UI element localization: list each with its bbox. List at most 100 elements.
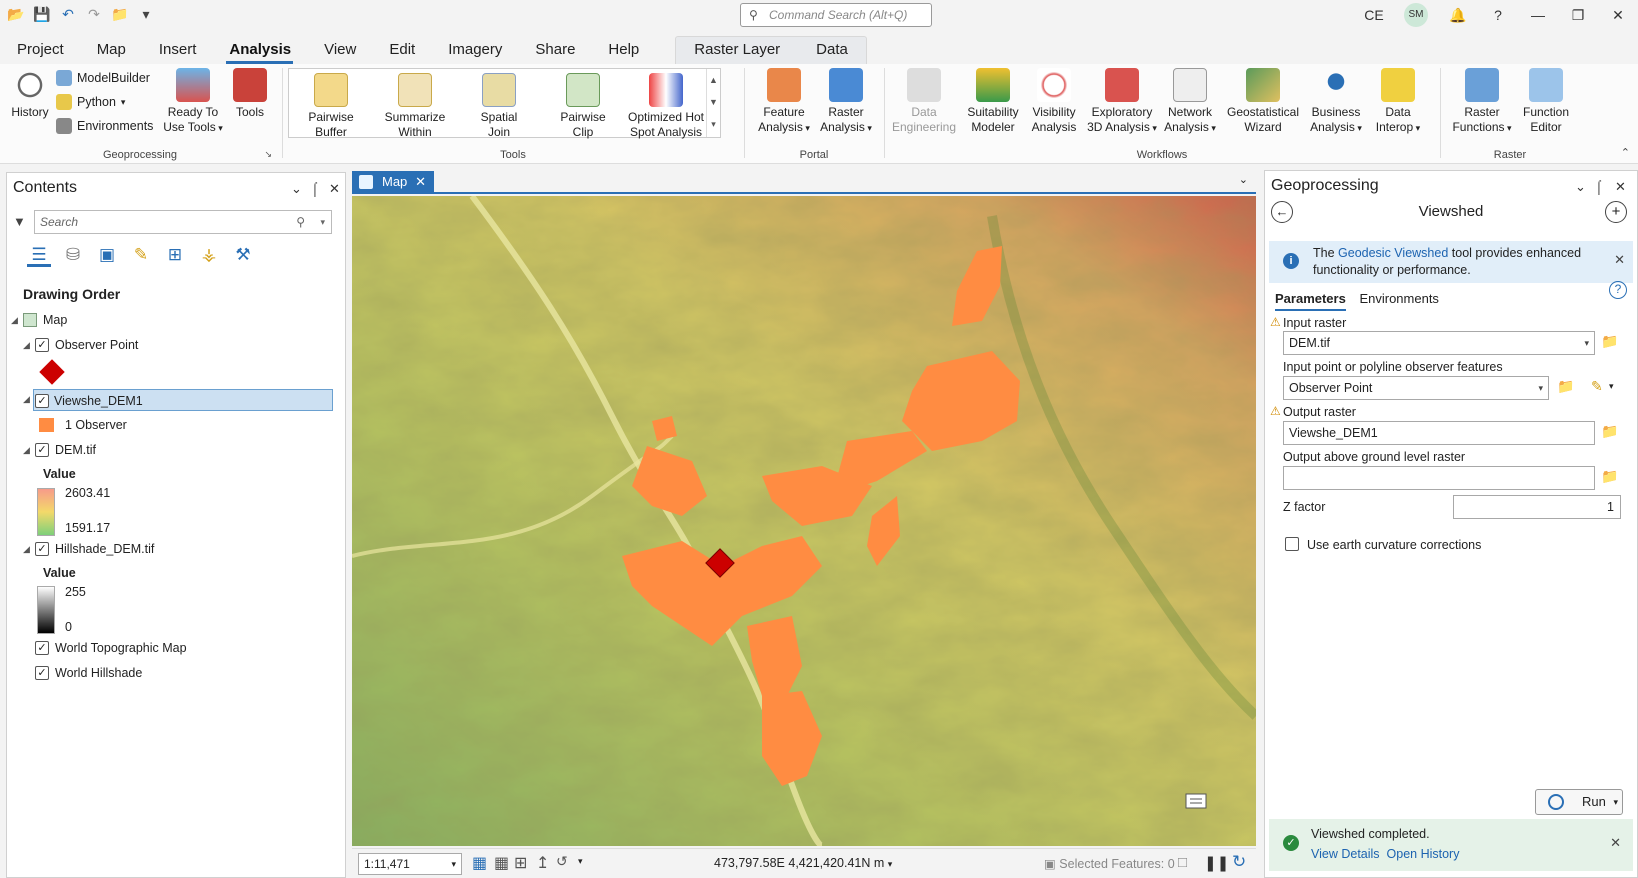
chevron-down-icon[interactable]: ⌄ <box>291 181 302 197</box>
folder-icon[interactable]: 📁 <box>1601 333 1618 350</box>
open-history-link[interactable]: Open History <box>1387 847 1460 861</box>
terrain-raster[interactable] <box>352 196 1256 846</box>
run-button[interactable]: Run ▾ <box>1535 789 1623 815</box>
python-button[interactable]: Python ▾ <box>56 94 125 110</box>
close-icon[interactable]: ✕ <box>1614 251 1625 268</box>
suitability-modeler-button[interactable]: Suitability Modeler <box>962 66 1024 135</box>
layer-hillshade[interactable]: ◢ ✓ Hillshade_DEM.tif <box>7 538 333 560</box>
tools-button[interactable]: Tools <box>228 66 272 120</box>
layer-visibility-checkbox[interactable]: ✓ <box>35 443 49 457</box>
layer-visibility-checkbox[interactable]: ✓ <box>35 666 49 680</box>
add-icon[interactable]: + <box>1605 201 1627 223</box>
close-icon[interactable]: ✕ <box>1598 7 1638 24</box>
help-icon[interactable]: ? <box>1609 281 1627 299</box>
expand-triangle-icon[interactable]: ◢ <box>23 334 30 356</box>
perspective-icon[interactable]: ⚒ <box>231 243 255 267</box>
expand-triangle-icon[interactable]: ◢ <box>23 439 30 461</box>
customize-chevron-icon[interactable]: ▾ <box>136 4 156 24</box>
avatar[interactable]: SM <box>1404 3 1428 27</box>
bell-icon[interactable]: 🔔 <box>1438 7 1478 24</box>
feature-analysis-button[interactable]: Feature Analysis ▾ <box>754 66 814 136</box>
geodesic-viewshed-link[interactable]: Geodesic Viewshed <box>1338 246 1448 260</box>
selected-features-count[interactable]: ▣ Selected Features: 0 <box>1044 856 1175 871</box>
raster-functions-button[interactable]: Raster Functions ▾ <box>1450 66 1514 136</box>
tab-data[interactable]: Data <box>798 37 866 64</box>
data-engineering-button[interactable]: Data Engineering <box>890 66 958 135</box>
close-icon[interactable]: ✕ <box>415 171 426 193</box>
folder-icon[interactable]: 📁 <box>1557 378 1574 395</box>
close-icon[interactable]: ✕ <box>1615 179 1626 195</box>
chevron-down-icon[interactable]: ▾ <box>320 211 325 233</box>
snapping-icon[interactable]: ⊞ <box>163 243 187 267</box>
undo-icon[interactable]: ↶ <box>58 4 78 24</box>
layer-viewshed[interactable]: ✓ Viewshe_DEM1 <box>33 389 333 411</box>
geostatistical-wizard-button[interactable]: Geostatistical Wizard <box>1222 66 1304 135</box>
collapse-ribbon-icon[interactable]: ⌃ <box>1621 146 1630 159</box>
refresh-cache-icon[interactable]: □ <box>1178 854 1187 871</box>
data-source-icon[interactable]: ⛁ <box>61 243 85 267</box>
pairwise-clip-button[interactable]: Pairwise Clip <box>545 71 621 140</box>
restore-icon[interactable]: ❐ <box>1558 7 1598 24</box>
spatial-join-button[interactable]: Spatial Join <box>461 71 537 140</box>
tab-view[interactable]: View <box>307 41 372 64</box>
minimize-icon[interactable]: — <box>1518 7 1558 23</box>
pause-icon[interactable]: ❚❚ <box>1204 854 1229 872</box>
observer-features-field[interactable]: Observer Point ▾ <box>1283 376 1549 400</box>
layer-observer-point[interactable]: ◢ ✓ Observer Point <box>7 334 333 356</box>
tab-insert[interactable]: Insert <box>142 41 213 64</box>
output-raster-field[interactable]: Viewshe_DEM1 <box>1283 421 1595 445</box>
scale-selector[interactable]: 1:11,471 ▾ <box>358 853 462 875</box>
refresh-icon[interactable]: ↻ <box>1232 852 1246 872</box>
pin-icon[interactable]: ⌠ <box>311 181 319 196</box>
tab-project[interactable]: Project <box>0 41 80 64</box>
tab-imagery[interactable]: Imagery <box>431 41 518 64</box>
map-notes-icon[interactable] <box>1185 793 1207 809</box>
dialog-launcher-icon[interactable]: ↘ <box>264 149 272 160</box>
z-factor-input[interactable]: 1 <box>1453 495 1621 519</box>
tab-environments[interactable]: Environments <box>1359 291 1438 309</box>
expand-triangle-icon[interactable]: ◢ <box>23 538 30 560</box>
tab-share[interactable]: Share <box>518 41 591 64</box>
north-arrow-icon[interactable]: ↥ <box>536 853 549 873</box>
save-icon[interactable]: 💾 <box>32 4 52 24</box>
chevron-down-icon[interactable]: ▾ <box>888 859 893 869</box>
map-canvas[interactable] <box>352 196 1256 846</box>
layer-world-topographic[interactable]: ✓ World Topographic Map <box>7 637 333 659</box>
constraint-icon[interactable]: ⊞ <box>514 853 527 873</box>
visibility-analysis-button[interactable]: Visibility Analysis <box>1026 66 1082 135</box>
labeling-icon[interactable]: ⚶ <box>197 243 221 267</box>
layer-dem[interactable]: ◢ ✓ DEM.tif <box>7 439 333 461</box>
optimized-hot-spot-button[interactable]: Optimized Hot Spot Analysis <box>623 71 709 140</box>
function-editor-button[interactable]: Function Editor <box>1516 66 1576 135</box>
layer-visibility-checkbox[interactable]: ✓ <box>35 394 49 408</box>
input-raster-field[interactable]: DEM.tif ▾ <box>1283 331 1595 355</box>
summarize-within-button[interactable]: Summarize Within <box>377 71 453 140</box>
close-icon[interactable]: ✕ <box>329 181 340 197</box>
open-project-icon[interactable]: 📂 <box>6 4 26 24</box>
selection-icon[interactable]: ▣ <box>95 243 119 267</box>
editing-icon[interactable]: ✎ <box>129 243 153 267</box>
command-search-input[interactable]: ⚲ Command Search (Alt+Q) <box>740 3 932 27</box>
modelbuilder-button[interactable]: ModelBuilder <box>56 70 150 86</box>
layer-visibility-checkbox[interactable]: ✓ <box>35 641 49 655</box>
tab-map[interactable]: Map <box>80 41 142 64</box>
layer-visibility-checkbox[interactable]: ✓ <box>35 338 49 352</box>
pencil-icon[interactable]: ✎ <box>1591 378 1603 395</box>
gallery-scroll[interactable]: ▲ ▼ ▾ <box>706 69 720 137</box>
drawing-order-icon[interactable]: ☰ <box>27 243 51 267</box>
chevron-down-icon[interactable]: ⌄ <box>1239 173 1248 186</box>
pairwise-buffer-button[interactable]: Pairwise Buffer <box>293 71 369 140</box>
exploratory-3d-button[interactable]: Exploratory 3D Analysis ▾ <box>1086 66 1158 136</box>
view-details-link[interactable]: View Details <box>1311 847 1380 861</box>
grid-icon[interactable]: ▦ <box>472 853 487 873</box>
chevron-down-icon[interactable]: ▾ <box>578 856 583 867</box>
folder-icon[interactable]: 📁 <box>1601 468 1618 485</box>
network-analysis-button[interactable]: Network Analysis ▾ <box>1160 66 1220 136</box>
environments-button[interactable]: Environments <box>56 118 153 134</box>
layer-world-hillshade[interactable]: ✓ World Hillshade <box>7 662 333 684</box>
table-icon[interactable]: ▦ <box>494 853 509 873</box>
pin-icon[interactable]: ⌠ <box>1595 179 1603 194</box>
earth-curvature-checkbox[interactable] <box>1285 537 1299 551</box>
layer-map[interactable]: ◢ Map <box>7 309 333 331</box>
tab-map-view[interactable]: Map ✕ <box>352 171 434 193</box>
